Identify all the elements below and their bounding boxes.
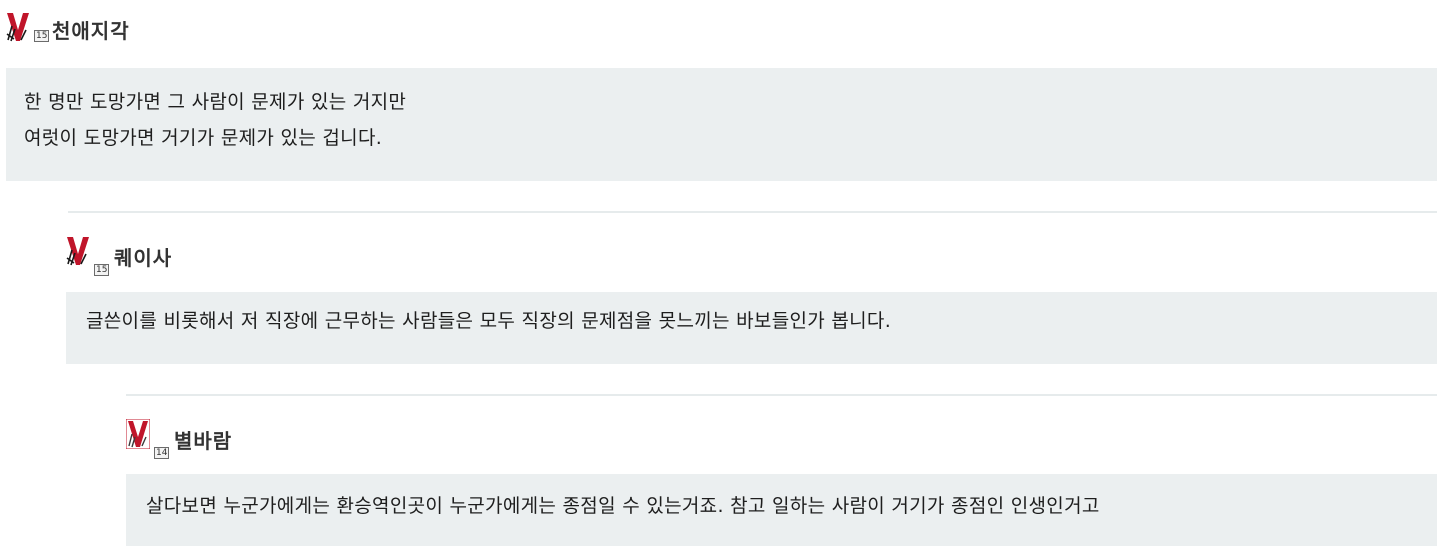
comment-body: 살다보면 누군가에게는 환승역인곳이 누군가에게는 종점일 수 있는거죠. 참고… bbox=[126, 474, 1437, 546]
comment-text-line: 여럿이 도망가면 거기가 문제가 있는 겁니다. bbox=[24, 127, 383, 149]
avatar-icon[interactable] bbox=[66, 236, 90, 266]
comment-text-line: 살다보면 누군가에게는 환승역인곳이 누군가에게는 종점일 수 있는거죠. 참고… bbox=[146, 495, 1100, 517]
author-name[interactable]: 별바람 bbox=[174, 425, 232, 454]
comment-header: 14 별바람 bbox=[122, 395, 1437, 474]
avatar-icon[interactable] bbox=[126, 419, 150, 449]
comment-reply: 15 퀘이사 글쓴이를 비롯해서 저 직장에 근무하는 사람들은 모두 직장의 … bbox=[62, 212, 1437, 364]
comment-header: 15 천애지각 bbox=[0, 0, 1437, 68]
comment-text-line: 글쓴이를 비롯해서 저 직장에 근무하는 사람들은 모두 직장의 문제점을 못느… bbox=[86, 310, 892, 332]
level-badge: 14 bbox=[154, 447, 170, 459]
author-name[interactable]: 천애지각 bbox=[52, 15, 130, 44]
comment-body: 글쓴이를 비롯해서 저 직장에 근무하는 사람들은 모두 직장의 문제점을 못느… bbox=[66, 292, 1437, 364]
comment: 15 천애지각 한 명만 도망가면 그 사람이 문제가 있는 거지만 여럿이 도… bbox=[0, 0, 1437, 181]
comment-body: 한 명만 도망가면 그 사람이 문제가 있는 거지만 여럿이 도망가면 거기가 … bbox=[6, 68, 1437, 181]
comment-header: 15 퀘이사 bbox=[62, 212, 1437, 292]
author-name[interactable]: 퀘이사 bbox=[114, 242, 172, 271]
avatar-icon[interactable] bbox=[6, 12, 30, 42]
level-badge: 15 bbox=[94, 264, 110, 276]
comment-reply: 14 별바람 살다보면 누군가에게는 환승역인곳이 누군가에게는 종점일 수 있… bbox=[122, 395, 1437, 546]
level-badge: 15 bbox=[34, 30, 50, 42]
comment-text-line: 한 명만 도망가면 그 사람이 문제가 있는 거지만 bbox=[24, 91, 407, 113]
